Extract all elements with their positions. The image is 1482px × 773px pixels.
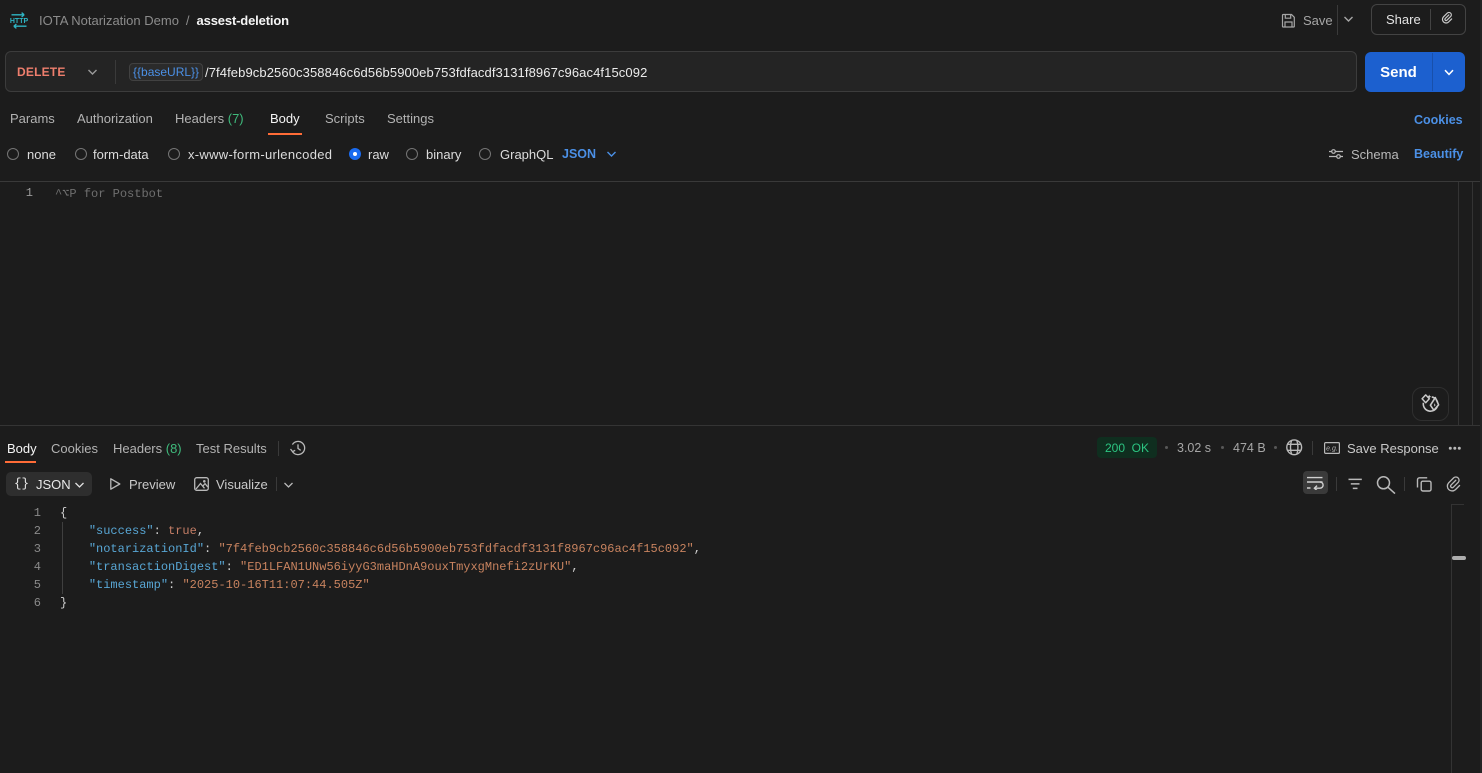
svg-text:e.g.: e.g. (1326, 446, 1338, 453)
svg-text:HTTP: HTTP (10, 18, 28, 25)
